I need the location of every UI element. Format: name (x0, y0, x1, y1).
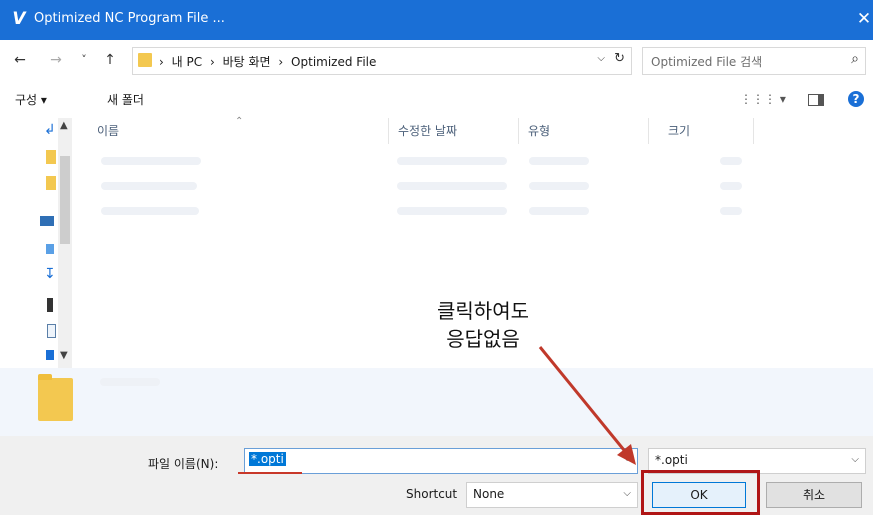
annotation-arrow-icon (538, 346, 636, 465)
